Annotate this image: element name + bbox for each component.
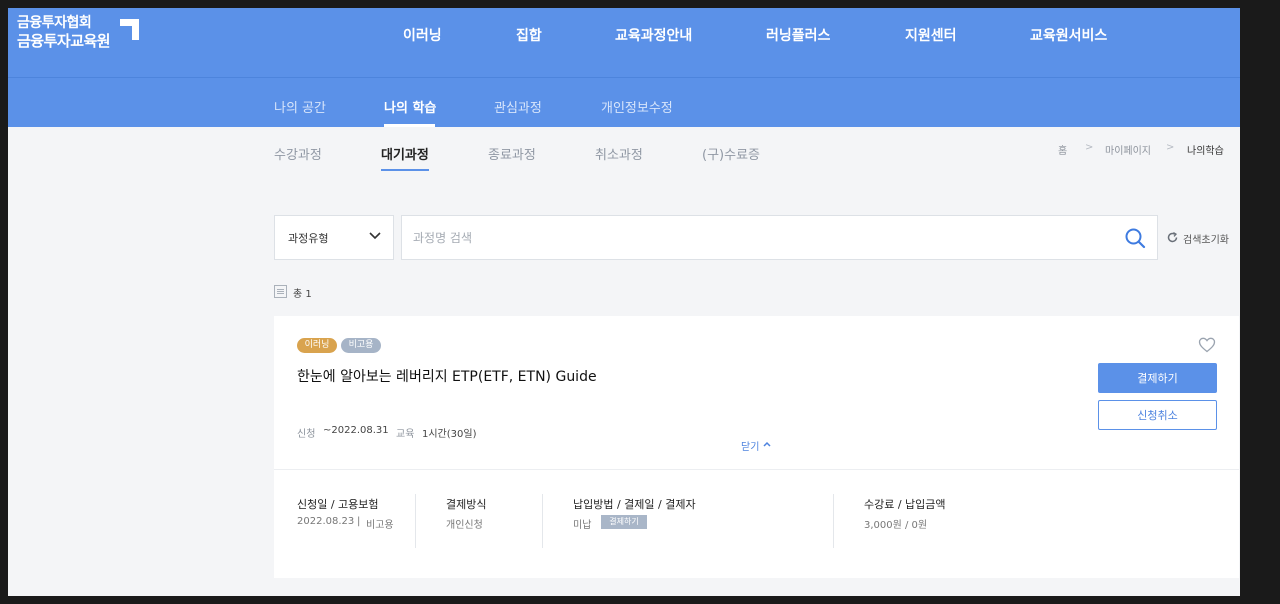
site-header: 금융투자협회 금융투자교육원 이러닝 집합 교육과정안내 러닝플러스 지원센터 … [8, 8, 1240, 127]
tab-old-certificate[interactable]: (구)수료증 [702, 144, 760, 163]
detail-fee: 수강료 / 납입금액 3,000원 / 0원 [864, 496, 1024, 544]
page-frame: 금융투자협회 금융투자교육원 이러닝 집합 교육과정안내 러닝플러스 지원센터 … [8, 8, 1240, 596]
detail-payment-method-value: 개인신청 [446, 520, 483, 531]
breadcrumb-home[interactable]: 홈 [1058, 142, 1067, 157]
search-icon[interactable] [1124, 227, 1146, 249]
learning-tabs: 수강과정 대기과정 종료과정 취소과정 (구)수료증 [8, 144, 1240, 172]
lnb-item-profile-edit[interactable]: 개인정보수정 [601, 97, 673, 116]
detail-pay-tag-button[interactable]: 결제하기 [601, 515, 647, 529]
apply-period-value: ~2022.08.31 [323, 425, 389, 436]
tab-enrolled[interactable]: 수강과정 [274, 144, 322, 163]
apply-period-label: 신청 [297, 429, 316, 440]
detail-apply-header: 신청일 / 고용보험 [297, 498, 379, 511]
global-nav: 이러닝 집합 교육과정안내 러닝플러스 지원센터 교육원서비스 [8, 25, 1240, 45]
header-divider [8, 77, 1240, 78]
gnb-item-learning-plus[interactable]: 러닝플러스 [766, 25, 830, 45]
course-type-value: 과정유형 [288, 232, 329, 245]
pay-button[interactable]: 결제하기 [1098, 363, 1217, 393]
detail-apply-date: 신청일 / 고용보험 2022.08.23 | 비고용 [297, 496, 417, 544]
search-box [401, 215, 1158, 260]
breadcrumb-current: 나의학습 [1187, 146, 1224, 157]
search-reset-label: 검색초기화 [1183, 235, 1229, 246]
detail-payment-method-header: 결제방식 [446, 498, 487, 511]
course-search-input[interactable] [413, 228, 1093, 248]
lnb-item-my-learning[interactable]: 나의 학습 [384, 97, 436, 116]
gnb-item-support-center[interactable]: 지원센터 [905, 25, 957, 45]
tab-active-indicator [381, 169, 429, 171]
card-divider [274, 469, 1239, 470]
gnb-item-course-guide[interactable]: 교육과정안내 [615, 25, 692, 45]
detail-divider [542, 494, 543, 548]
gnb-item-classroom[interactable]: 집합 [516, 25, 542, 45]
refresh-icon [1167, 232, 1178, 243]
heart-icon[interactable] [1198, 337, 1216, 353]
detail-payment-method: 결제방식 개인신청 [446, 496, 546, 544]
course-type-select[interactable]: 과정유형 [274, 215, 394, 260]
tab-completed[interactable]: 종료과정 [488, 144, 536, 163]
detail-payment-info-header: 납입방법 / 결제일 / 결제자 [573, 498, 696, 511]
list-icon [274, 285, 287, 298]
chevron-down-icon [369, 232, 381, 240]
edu-period-label: 교육 [396, 429, 415, 440]
collapse-label: 닫기 [741, 442, 760, 453]
detail-fee-value: 3,000원 / 0원 [864, 520, 928, 531]
chevron-right-icon: > [1166, 142, 1175, 153]
detail-separator: | [357, 516, 361, 527]
badge-non-employment: 비고용 [341, 338, 381, 353]
total-count-label: 총 1 [293, 289, 312, 300]
cancel-application-button[interactable]: 신청취소 [1098, 400, 1217, 430]
gnb-item-elearning[interactable]: 이러닝 [403, 25, 442, 45]
detail-insurance-value: 비고용 [366, 520, 394, 531]
tab-cancelled[interactable]: 취소과정 [595, 144, 643, 163]
chevron-right-icon: > [1085, 142, 1094, 153]
course-title[interactable]: 한눈에 알아보는 레버리지 ETP(ETF, ETN) Guide [297, 366, 597, 386]
tab-waiting[interactable]: 대기과정 [381, 144, 429, 163]
chevron-up-icon [763, 441, 771, 447]
detail-apply-date-value: 2022.08.23 [297, 516, 355, 527]
lnb-active-indicator [384, 124, 435, 127]
badge-elearning: 이러닝 [297, 338, 337, 353]
lnb-item-interest[interactable]: 관심과정 [494, 97, 542, 116]
breadcrumb-mypage[interactable]: 마이페이지 [1105, 142, 1151, 157]
detail-fee-header: 수강료 / 납입금액 [864, 498, 946, 511]
detail-payment-status: 미납 [573, 520, 592, 531]
my-page-nav: 나의 공간 나의 학습 관심과정 개인정보수정 [8, 97, 1240, 127]
gnb-item-services[interactable]: 교육원서비스 [1030, 25, 1107, 45]
lnb-item-my-space[interactable]: 나의 공간 [274, 97, 326, 116]
detail-divider [415, 494, 416, 548]
course-card: 이러닝 비고용 한눈에 알아보는 레버리지 ETP(ETF, ETN) Guid… [274, 316, 1239, 578]
detail-divider [833, 494, 834, 548]
edu-period-value: 1시간(30일) [422, 429, 477, 440]
detail-payment-info: 납입방법 / 결제일 / 결제자 미납 결제하기 [573, 496, 773, 544]
